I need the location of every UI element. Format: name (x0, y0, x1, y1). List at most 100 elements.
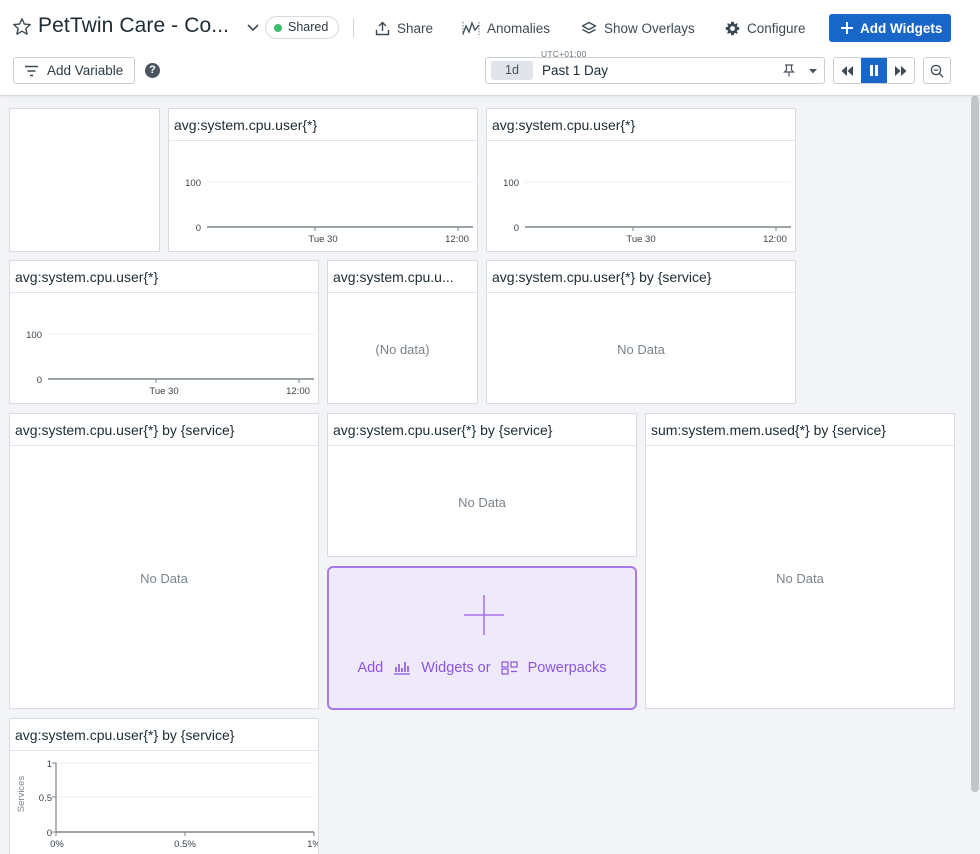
divider (353, 18, 354, 38)
dashboard-header: PetTwin Care - Co... Shared Share Anomal… (0, 0, 980, 96)
add-widgets-placeholder[interactable]: Add Widgets or Powerpacks (327, 566, 637, 710)
chevron-down-icon[interactable] (807, 65, 819, 77)
pause-icon (870, 65, 878, 76)
powerpacks-link[interactable]: Powerpacks (528, 660, 607, 676)
bar-chart-icon (394, 662, 411, 675)
pin-icon[interactable] (783, 64, 795, 77)
divider (328, 445, 636, 446)
rewind-icon (841, 65, 854, 76)
add-label: Add (357, 660, 384, 676)
no-data-message: No Data (458, 495, 506, 510)
widget-title: avg:system.cpu.user{*} by {service} (333, 422, 553, 438)
toplist-widget[interactable]: avg:system.cpu.user{*} by {service} No D… (327, 413, 637, 557)
add-widgets-button[interactable]: Add Widgets (829, 14, 951, 42)
x-tick-label: 0% (50, 839, 64, 850)
y-tick-label: 1 (47, 759, 52, 770)
toplist-widget[interactable]: avg:system.cpu.user{*} by {service} No D… (9, 413, 319, 709)
time-label: Past 1 Day (542, 63, 609, 78)
toplist-widget[interactable]: avg:system.cpu.user{*} by {service} No D… (486, 260, 796, 404)
shared-label: Shared (288, 20, 329, 34)
y-tick-label: 0 (37, 375, 42, 386)
y-tick-label: 0 (514, 223, 519, 234)
no-data-message: No Data (617, 342, 665, 357)
add-placeholder-text: Add Widgets or Powerpacks (329, 660, 635, 676)
chevron-down-icon[interactable] (246, 20, 260, 34)
pause-button[interactable] (860, 58, 888, 83)
scrollbar[interactable] (971, 96, 979, 792)
zoom-out-button[interactable] (923, 57, 951, 84)
time-badge: 1d (491, 61, 533, 80)
timeseries-widget[interactable]: avg:system.cpu.user{*} 100 0 Tue 30 12:0… (168, 108, 478, 252)
widget-title: avg:system.cpu.user{*} (492, 117, 636, 133)
fast-forward-icon (894, 65, 907, 76)
anomalies-button[interactable]: Anomalies (462, 17, 550, 39)
widget-title: avg:system.cpu.user{*} (15, 269, 159, 285)
add-variable-button[interactable]: Add Variable (13, 57, 135, 84)
configure-label: Configure (747, 20, 806, 36)
forward-button[interactable] (887, 58, 914, 83)
x-tick-label: 12:00 (286, 386, 310, 397)
y-tick-label: 100 (26, 330, 42, 341)
zoom-out-icon (930, 64, 944, 77)
widget-title: avg:system.cpu.user{*} (174, 117, 318, 133)
x-tick-label: 12:00 (445, 234, 469, 245)
timeseries-chart[interactable]: 100 0 Tue 30 12:00 (487, 141, 795, 252)
x-tick-label: Tue 30 (149, 386, 178, 397)
distribution-chart[interactable]: Services 1 0.5 0 0% 0.5% 1% (10, 751, 318, 854)
share-label: Share (397, 20, 434, 36)
add-variable-label: Add Variable (47, 63, 124, 78)
dashboard-title[interactable]: PetTwin Care - Co... (38, 14, 229, 38)
y-tick-label: 0.5 (39, 793, 52, 804)
x-tick-label: 0.5% (174, 839, 196, 850)
plus-icon (464, 595, 504, 635)
y-tick-label: 100 (503, 178, 519, 189)
anomalies-label: Anomalies (487, 20, 551, 36)
timeseries-chart[interactable]: 100 0 Tue 30 12:00 (10, 293, 318, 404)
show-overlays-button[interactable]: Show Overlays (581, 17, 695, 39)
widget-title: avg:system.cpu.u... (333, 269, 454, 285)
timeseries-chart[interactable]: 100 0 Tue 30 12:00 (169, 141, 477, 252)
y-axis-label: Services (16, 776, 27, 813)
no-data-message: No Data (140, 571, 188, 586)
gear-icon (725, 21, 740, 35)
no-data-message: No Data (776, 571, 824, 586)
timezone-label: UTC+01:00 (541, 49, 587, 59)
empty-widget[interactable] (9, 108, 160, 252)
anomalies-icon (462, 20, 480, 35)
y-tick-label: 0 (196, 223, 201, 234)
share-button[interactable]: Share (375, 17, 433, 39)
x-tick-label: Tue 30 (626, 234, 655, 245)
add-widgets-label: Add Widgets (860, 20, 943, 36)
query-value-widget[interactable]: avg:system.cpu.u... (No data) (327, 260, 478, 404)
widgets-link[interactable]: Widgets or (421, 660, 490, 676)
x-tick-label: 12:00 (763, 234, 787, 245)
powerpack-icon (500, 661, 518, 675)
rewind-button[interactable] (834, 58, 861, 83)
toplist-widget[interactable]: sum:system.mem.used{*} by {service} No D… (645, 413, 955, 709)
no-data-message: (No data) (375, 342, 430, 357)
timeseries-widget[interactable]: avg:system.cpu.user{*} 100 0 Tue 30 12:0… (486, 108, 796, 252)
y-tick-label: 100 (185, 178, 201, 189)
widget-title: avg:system.cpu.user{*} by {service} (15, 727, 235, 743)
time-picker[interactable]: 1d Past 1 Day (485, 57, 825, 84)
widget-title: sum:system.mem.used{*} by {service} (651, 422, 886, 438)
divider (646, 445, 954, 446)
y-tick-label: 0 (47, 828, 52, 839)
divider (10, 445, 318, 446)
widget-title: avg:system.cpu.user{*} by {service} (15, 422, 235, 438)
status-dot (274, 23, 282, 32)
filter-icon (25, 65, 38, 76)
layers-icon (581, 21, 597, 34)
configure-button[interactable]: Configure (725, 17, 806, 39)
x-tick-label: Tue 30 (308, 234, 337, 245)
shared-badge[interactable]: Shared (265, 16, 340, 39)
plus-icon (841, 22, 853, 34)
distribution-widget[interactable]: avg:system.cpu.user{*} by {service} Serv… (9, 718, 319, 854)
help-icon[interactable]: ? (145, 63, 160, 78)
favorite-star-icon[interactable] (12, 17, 32, 37)
share-icon (375, 21, 390, 35)
timeseries-widget[interactable]: avg:system.cpu.user{*} 100 0 Tue 30 12:0… (9, 260, 319, 404)
divider (487, 292, 795, 293)
header-controls: Add Variable ? 1d Past 1 Day UTC+01:00 (0, 49, 980, 96)
divider (328, 292, 477, 293)
